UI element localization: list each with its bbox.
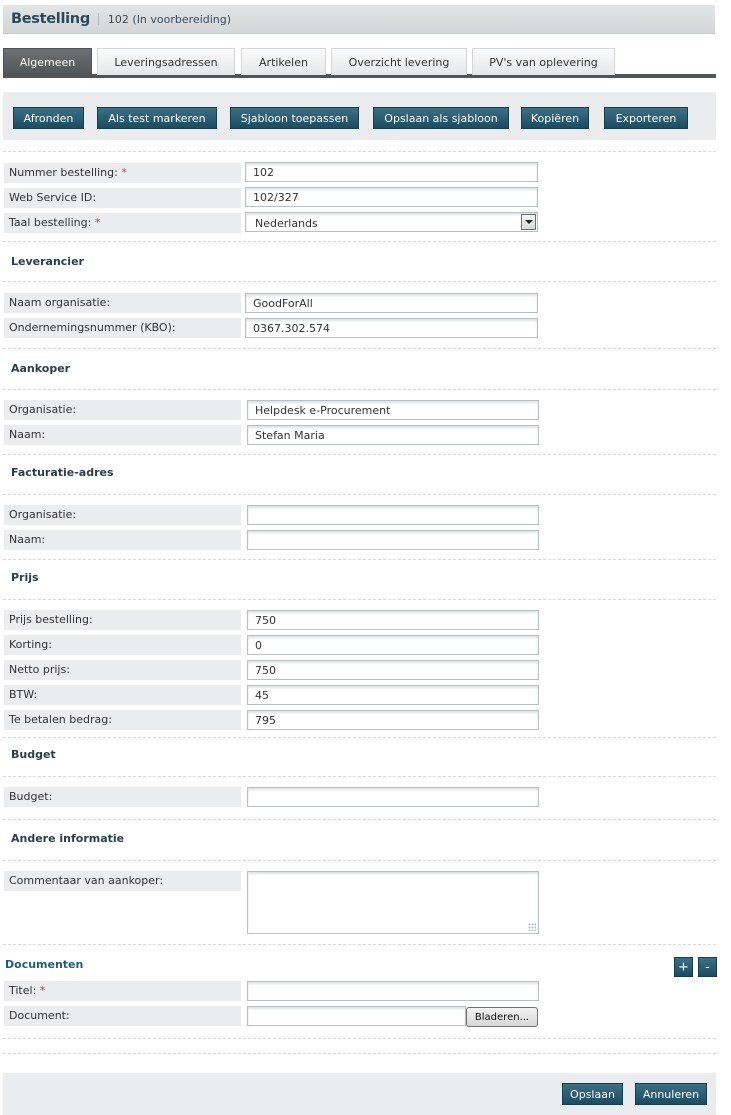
section-heading-documenten: Documenten	[5, 958, 84, 971]
tab-leveringsadressen[interactable]: Leveringsadressen	[97, 48, 235, 75]
section-heading-leverancier: Leverancier	[11, 255, 84, 268]
amount-due-label: Te betalen bedrag:	[4, 710, 241, 730]
billing-name-input[interactable]	[247, 530, 539, 550]
discount-input[interactable]: 0	[247, 635, 539, 655]
budget-label: Budget:	[4, 787, 241, 807]
order-status: 102 (In voorbereiding)	[107, 12, 232, 26]
divider	[3, 559, 716, 560]
billing-organisation-label: Organisatie:	[4, 505, 241, 525]
section-heading-andere-informatie: Andere informatie	[11, 832, 125, 845]
billing-name-label: Naam:	[4, 530, 241, 550]
section-heading-prijs: Prijs	[11, 571, 39, 584]
billing-organisation-input[interactable]	[247, 505, 539, 525]
divider	[3, 454, 716, 455]
budget-input[interactable]	[247, 787, 539, 807]
web-service-id-input[interactable]: 102/327	[245, 187, 538, 207]
divider	[3, 1038, 716, 1039]
remove-document-button[interactable]: -	[698, 957, 717, 977]
divider	[3, 599, 716, 600]
exporteren-button[interactable]: Exporteren	[604, 107, 688, 129]
company-number-label: Ondernemingsnummer (KBO):	[4, 318, 241, 338]
page-title: Bestelling	[11, 11, 90, 27]
browse-button[interactable]: Bladeren...	[466, 1007, 538, 1027]
web-service-id-label: Web Service ID:	[4, 188, 241, 208]
chevron-down-icon[interactable]	[521, 214, 536, 230]
section-heading-facturatie-adres: Facturatie-adres	[11, 466, 114, 479]
divider	[3, 241, 716, 242]
divider	[3, 281, 716, 282]
opslaan-als-sjabloon-button[interactable]: Opslaan als sjabloon	[373, 107, 509, 129]
action-toolbar: Afronden Als test markeren Sjabloon toep…	[3, 92, 716, 140]
tab-bar: Algemeen Leveringsadressen Artikelen Ove…	[3, 48, 716, 79]
divider	[3, 819, 716, 820]
divider	[3, 348, 716, 349]
company-number-input[interactable]: 0367.302.574	[245, 318, 538, 338]
tab-algemeen[interactable]: Algemeen	[3, 48, 92, 75]
divider	[3, 737, 716, 738]
page-header: Bestelling 102 (In voorbereiding)	[3, 5, 715, 34]
buyer-name-input[interactable]: Stefan Maria	[247, 425, 539, 445]
buyer-comment-label: Commentaar van aankoper:	[4, 871, 241, 891]
divider	[3, 494, 716, 495]
required-marker: *	[121, 166, 127, 179]
kopieren-button[interactable]: Kopiëren	[521, 107, 589, 129]
divider	[3, 860, 716, 861]
vat-label: BTW:	[4, 685, 241, 705]
org-name-label: Naam organisatie:	[4, 293, 241, 313]
divider	[3, 944, 716, 945]
document-title-input[interactable]	[247, 981, 539, 1001]
afronden-button[interactable]: Afronden	[13, 107, 84, 129]
buyer-comment-textarea[interactable]	[247, 871, 539, 934]
document-title-label: Titel: *	[4, 981, 241, 1001]
sjabloon-toepassen-button[interactable]: Sjabloon toepassen	[230, 107, 359, 129]
form-footer: Opslaan Annuleren	[3, 1073, 716, 1115]
order-number-label: Nummer bestelling: *	[4, 163, 241, 183]
buyer-organisation-input[interactable]: Helpdesk e-Procurement	[247, 400, 539, 420]
amount-due-input[interactable]: 795	[247, 710, 539, 730]
save-button[interactable]: Opslaan	[562, 1083, 623, 1105]
section-heading-aankoper: Aankoper	[11, 362, 71, 375]
section-heading-budget: Budget	[11, 748, 56, 761]
required-marker: *	[94, 216, 101, 229]
vat-input[interactable]: 45	[247, 685, 539, 705]
divider	[3, 389, 716, 390]
org-name-input[interactable]: GoodForAll	[245, 293, 538, 313]
als-test-markeren-button[interactable]: Als test markeren	[97, 107, 217, 129]
tab-pvs-van-oplevering[interactable]: PV's van oplevering	[472, 48, 615, 75]
document-file-input[interactable]	[247, 1006, 466, 1026]
tab-artikelen[interactable]: Artikelen	[241, 48, 326, 75]
divider	[3, 776, 716, 777]
document-file-label: Document:	[4, 1006, 241, 1026]
language-select[interactable]: Nederlands	[245, 212, 538, 232]
language-select-value: Nederlands	[255, 217, 318, 230]
buyer-organisation-label: Organisatie:	[4, 400, 241, 420]
resize-grip-icon[interactable]	[528, 923, 536, 931]
add-document-button[interactable]: +	[674, 957, 693, 977]
cancel-button[interactable]: Annuleren	[635, 1083, 707, 1105]
order-number-input[interactable]: 102	[245, 162, 538, 182]
order-price-input[interactable]: 750	[247, 610, 539, 630]
net-price-input[interactable]: 750	[247, 660, 539, 680]
language-label: Taal bestelling: *	[4, 213, 241, 233]
divider	[3, 1053, 716, 1054]
header-divider	[97, 13, 99, 25]
net-price-label: Netto prijs:	[4, 660, 241, 680]
divider	[3, 151, 716, 152]
required-marker: *	[39, 984, 46, 997]
tab-overzicht-levering[interactable]: Overzicht levering	[331, 48, 467, 75]
order-price-label: Prijs bestelling:	[4, 610, 241, 630]
discount-label: Korting:	[4, 635, 241, 655]
buyer-name-label: Naam:	[4, 425, 241, 445]
